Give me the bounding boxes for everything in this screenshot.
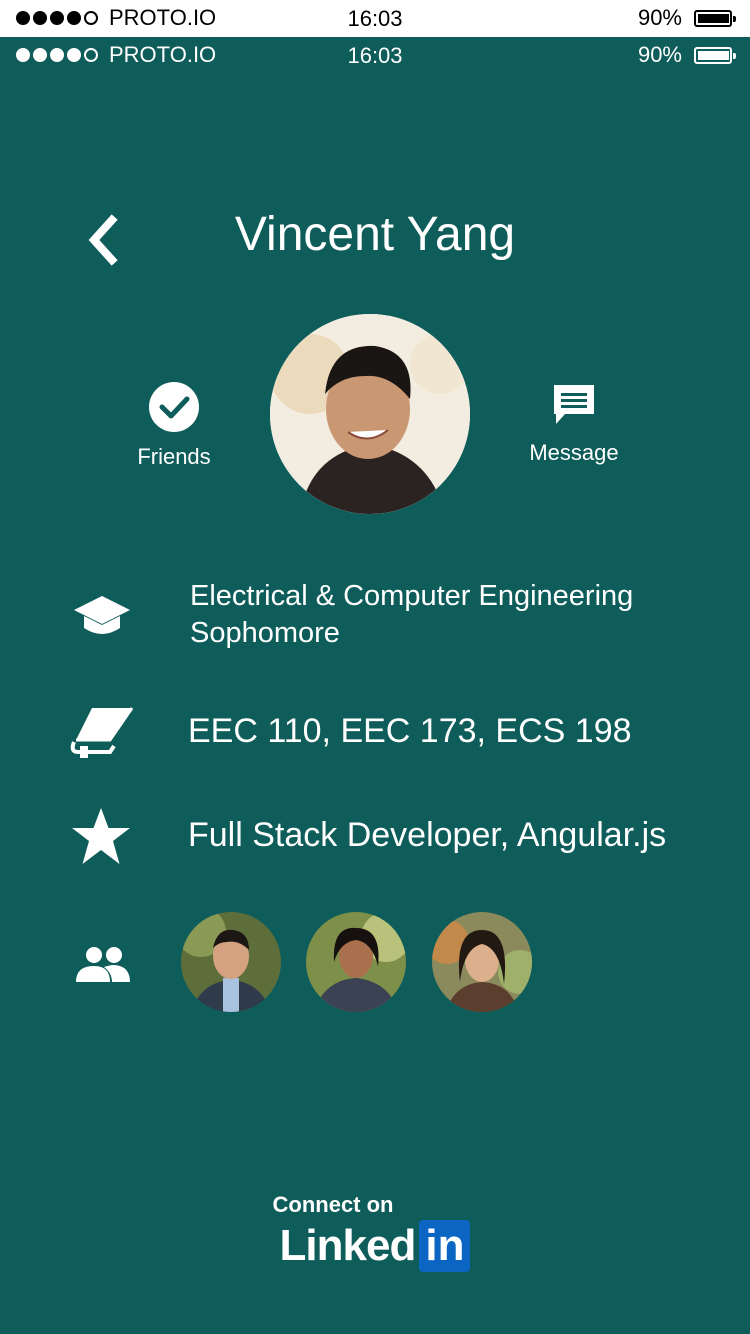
battery-percent: 90% [637,42,682,67]
book-icon [70,707,134,758]
page-title: Vincent Yang [234,208,516,261]
battery-icon [694,9,736,27]
friends-label: Friends [137,444,211,469]
skills-text: Full Stack Developer, Angular.js [188,816,667,854]
battery-icon [694,46,736,64]
linkedin-in-box: in [419,1220,471,1272]
check-circle-icon [149,382,199,432]
mutual-friend-avatar-1[interactable] [181,912,281,1012]
year-text: Sophomore [190,617,340,649]
major-text: Electrical & Computer Engineering [190,580,634,612]
mutual-friend-avatar-3[interactable] [432,912,532,1012]
connect-linkedin-button[interactable]: Connect on Linked in [0,1192,750,1272]
battery-status: 90% [637,42,736,68]
profile-photo [270,314,470,514]
message-button[interactable]: Message [512,382,636,466]
message-label: Message [529,440,619,465]
people-icon [76,947,130,982]
avatar [270,314,470,514]
chat-bubble-icon [554,385,594,424]
courses-text: EEC 110, EEC 173, ECS 198 [188,712,632,750]
linkedin-word: Linked [279,1221,417,1270]
connect-on-label: Connect on [272,1192,394,1217]
star-icon [72,808,130,864]
graduation-cap-icon [74,596,130,634]
education-text: Electrical & Computer Engineering Sophom… [190,578,633,652]
status-bar-outer: PROTO.IO 16:03 90% [0,0,750,38]
friends-button[interactable]: Friends [122,382,226,470]
status-bar-inner: PROTO.IO 16:03 90% [0,37,750,75]
battery-status: 90% [637,5,736,31]
battery-percent: 90% [637,5,682,30]
linkedin-logo: Linked in [280,1220,471,1272]
mutual-friend-avatar-2[interactable] [306,912,406,1012]
